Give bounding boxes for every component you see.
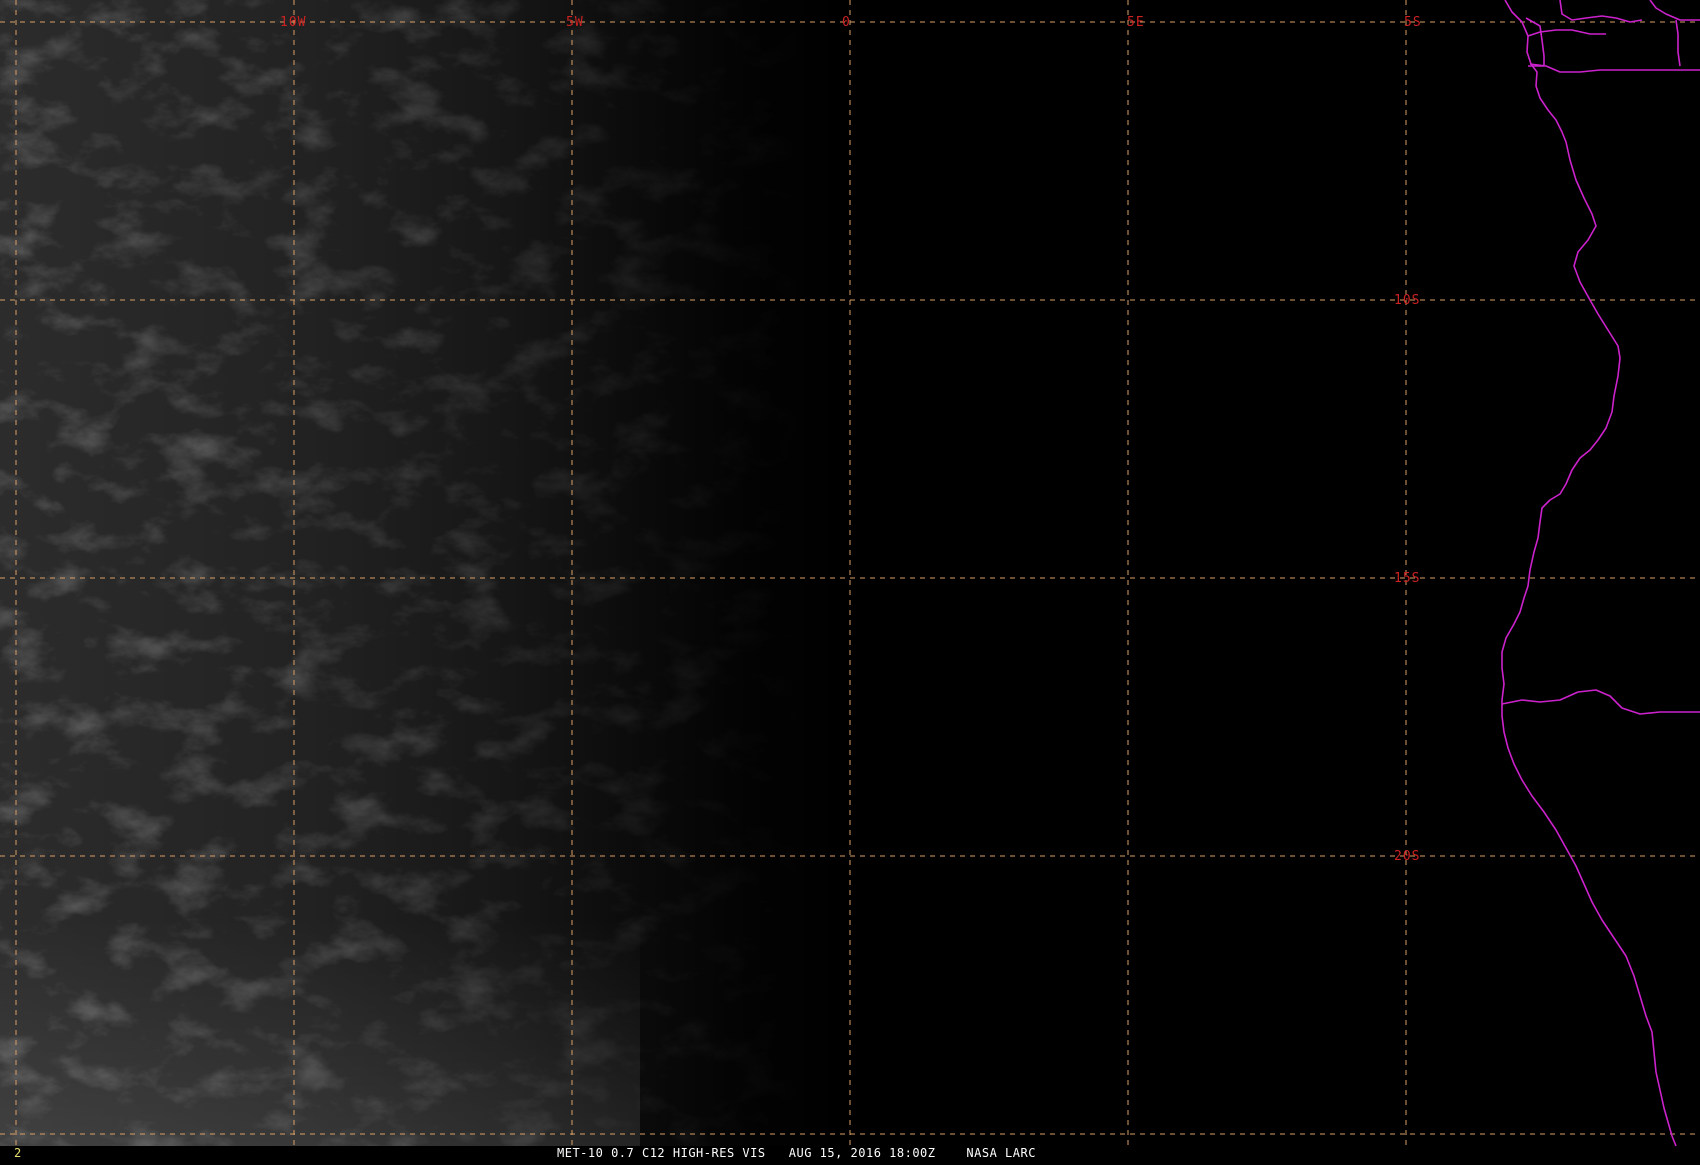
lat-label-5s: 5S (1404, 15, 1422, 30)
status-bar: 2 MET-10 0.7 C12 HIGH-RES VIS AUG 15, 20… (0, 1146, 1700, 1160)
satellite-map: 10W 5W 0 5E 5S 10S 15S 20S (0, 0, 1700, 1147)
lon-label-5e: 5E (1127, 15, 1145, 30)
satellite-image-viewer[interactable]: 10W 5W 0 5E 5S 10S 15S 20S 2 MET-10 0.7 … (0, 0, 1700, 1160)
image-caption: MET-10 0.7 C12 HIGH-RES VIS AUG 15, 2016… (557, 1146, 1036, 1160)
lat-label-20s: 20S (1394, 849, 1420, 864)
lon-label-5w: 5W (566, 15, 584, 30)
frame-number: 2 (14, 1146, 22, 1160)
lon-label-10w: 10W (280, 15, 306, 30)
lon-label-0: 0 (842, 15, 851, 30)
cloud-streaks-south (0, 640, 640, 1146)
lat-label-15s: 15S (1394, 571, 1420, 586)
lat-label-10s: 10S (1394, 293, 1420, 308)
